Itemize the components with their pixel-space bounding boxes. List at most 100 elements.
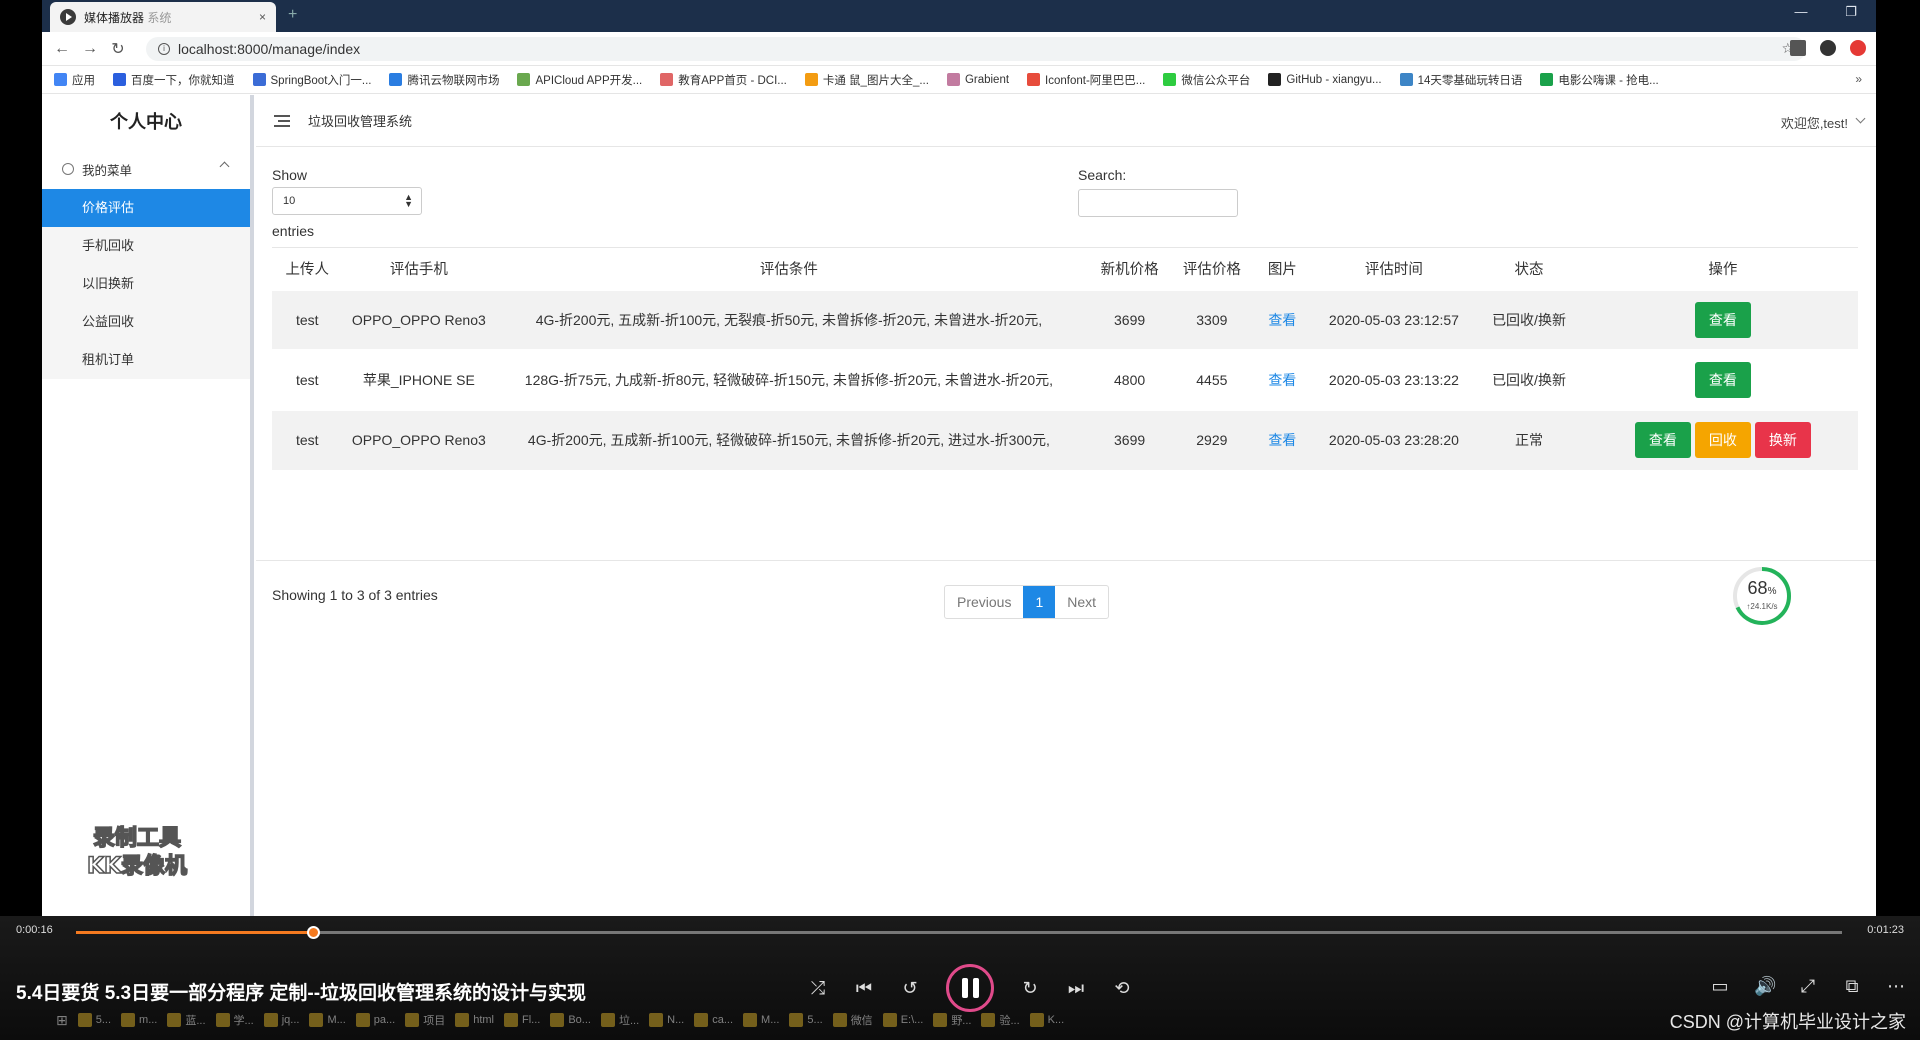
taskbar-label: 5...: [807, 1014, 823, 1026]
column-header[interactable]: 图片: [1247, 248, 1317, 290]
bookmark-label: 微信公众平台: [1181, 74, 1251, 87]
sidebar-item-phone-recycle[interactable]: 手机回收: [42, 227, 250, 265]
bookmark-item[interactable]: Iconfont-阿里巴巴...: [1027, 72, 1145, 88]
view-image-link[interactable]: 查看: [1268, 312, 1296, 328]
minimize-icon[interactable]: —: [1786, 4, 1816, 19]
forward-icon[interactable]: →: [76, 40, 104, 58]
bookmark-item[interactable]: 百度一下，你就知道: [113, 72, 235, 88]
previous-track-icon[interactable]: ⏮: [854, 978, 874, 999]
user-welcome[interactable]: 欢迎您,test!: [1781, 113, 1848, 132]
taskbar-item[interactable]: 蓝...: [167, 1012, 206, 1028]
back-icon[interactable]: ←: [48, 40, 76, 58]
taskbar-item[interactable]: 垃...: [600, 1012, 639, 1028]
close-icon[interactable]: ×: [259, 10, 266, 24]
bookmark-item[interactable]: 14天零基础玩转日语: [1399, 72, 1522, 88]
bookmark-item[interactable]: 腾讯云物联网市场: [389, 72, 499, 88]
taskbar-item[interactable]: M...: [309, 1013, 346, 1027]
taskbar-item[interactable]: 验...: [981, 1012, 1020, 1028]
column-header[interactable]: 评估手机: [342, 248, 495, 290]
chevron-down-icon[interactable]: [1855, 113, 1866, 124]
column-header[interactable]: 上传人: [272, 248, 342, 290]
forward-30-icon[interactable]: ↻: [1020, 978, 1040, 999]
taskbar-item[interactable]: 5...: [789, 1013, 823, 1027]
network-speed-widget[interactable]: 68% ↑24.1K/s: [1730, 564, 1794, 628]
taskbar-item[interactable]: Bo...: [550, 1013, 591, 1027]
bookmark-item[interactable]: SpringBoot入门一...: [252, 72, 371, 88]
taskbar-item[interactable]: E:\...: [882, 1013, 923, 1027]
bookmark-item[interactable]: Grabient: [946, 73, 1009, 86]
taskbar-item[interactable]: html: [455, 1013, 494, 1027]
sidebar-item-trade-in[interactable]: 以旧换新: [42, 265, 250, 303]
subtitles-icon[interactable]: ▭: [1710, 976, 1730, 997]
taskbar-app-icon: [309, 1013, 324, 1027]
sidebar-item-rental-orders[interactable]: 租机订单: [42, 341, 250, 379]
bookmark-item[interactable]: 应用: [54, 72, 95, 88]
info-icon[interactable]: i: [158, 43, 170, 55]
taskbar-item[interactable]: jq...: [263, 1013, 299, 1027]
view-image-link[interactable]: 查看: [1268, 432, 1296, 448]
rewind-10-icon[interactable]: ↺: [900, 978, 920, 999]
taskbar-item[interactable]: Fl...: [503, 1013, 540, 1027]
taskbar-item[interactable]: 学...: [215, 1012, 254, 1028]
repeat-off-icon[interactable]: ⟲: [1112, 978, 1132, 999]
seek-knob[interactable]: [307, 926, 321, 939]
taskbar-item[interactable]: K...: [1029, 1013, 1064, 1027]
next-page-button[interactable]: Next: [1055, 586, 1108, 618]
taskbar-item[interactable]: M...: [743, 1013, 779, 1027]
seek-bar[interactable]: [76, 926, 1842, 939]
taskbar-item[interactable]: 5...: [77, 1013, 111, 1027]
more-options-icon[interactable]: ⋯: [1886, 976, 1906, 997]
url-field[interactable]: i localhost:8000/manage/index ☆: [146, 37, 1806, 61]
menu-group-my-menu[interactable]: 我的菜单: [42, 149, 250, 189]
view-button[interactable]: 查看: [1694, 361, 1751, 398]
sidebar-item-charity-recycle[interactable]: 公益回收: [42, 303, 250, 341]
taskbar-item[interactable]: pa...: [355, 1013, 395, 1027]
taskbar-item[interactable]: 项目: [405, 1012, 445, 1028]
recycle-button[interactable]: 回收: [1694, 422, 1751, 458]
media-player-icon: [60, 9, 76, 25]
browser-tab[interactable]: 媒体播放器 系统 ×: [50, 2, 276, 32]
bookmark-item[interactable]: 卡通 鼠_图片大全_...: [804, 72, 929, 88]
bookmarks-overflow-icon[interactable]: »: [1855, 72, 1862, 86]
column-header[interactable]: 操作: [1588, 248, 1858, 290]
trade-in-button[interactable]: 换新: [1754, 422, 1811, 458]
show-label: Show: [272, 167, 308, 183]
view-button[interactable]: 查看: [1694, 301, 1751, 338]
column-header[interactable]: 新机价格: [1083, 248, 1177, 290]
taskbar-item[interactable]: ca...: [694, 1013, 733, 1027]
taskbar-item[interactable]: N...: [649, 1013, 684, 1027]
profile-icon[interactable]: [1820, 40, 1836, 56]
taskbar-item[interactable]: 野...: [933, 1012, 971, 1028]
new-tab-button[interactable]: +: [288, 6, 297, 24]
sidebar-item-price-evaluation[interactable]: 价格评估: [42, 189, 250, 227]
bookmark-item[interactable]: 电影公嗨课 - 抢电...: [1540, 72, 1659, 88]
key-icon[interactable]: [1790, 40, 1806, 56]
column-header[interactable]: 状态: [1470, 248, 1587, 290]
cell-phone: 苹果_IPHONE SE: [342, 348, 496, 410]
bookmark-item[interactable]: GitHub - xiangyu...: [1268, 73, 1382, 86]
view-button[interactable]: 查看: [1634, 422, 1691, 458]
previous-page-button[interactable]: Previous: [945, 586, 1023, 618]
bookmark-item[interactable]: 微信公众平台: [1163, 72, 1250, 88]
reload-icon[interactable]: ↻: [104, 39, 132, 59]
column-header[interactable]: 评估价格: [1177, 248, 1247, 290]
fullscreen-icon[interactable]: ⤢: [1798, 976, 1818, 997]
bookmark-item[interactable]: APICloud APP开发...: [517, 72, 642, 88]
next-track-icon[interactable]: ⏭: [1066, 978, 1086, 999]
volume-icon[interactable]: 🔊: [1754, 976, 1776, 997]
taskbar-item[interactable]: 微信: [832, 1012, 873, 1028]
menu-toggle-icon[interactable]: [274, 114, 290, 127]
bookmark-item[interactable]: 教育APP首页 - DCI...: [660, 72, 787, 88]
taskbar-item[interactable]: m...: [121, 1013, 157, 1027]
column-header[interactable]: 评估时间: [1318, 248, 1471, 290]
search-input[interactable]: [1078, 189, 1238, 217]
restore-icon[interactable]: ❐: [1836, 4, 1866, 20]
page-size-select[interactable]: 10 ▲ ▼: [272, 187, 422, 215]
mini-player-icon[interactable]: ⧉: [1842, 976, 1862, 997]
page-1-button[interactable]: 1: [1023, 586, 1056, 618]
view-image-link[interactable]: 查看: [1268, 372, 1296, 388]
shuffle-icon[interactable]: ⤮: [808, 978, 828, 999]
extension-icon[interactable]: [1850, 40, 1866, 56]
column-header[interactable]: 评估条件: [495, 248, 1082, 290]
windows-start-icon[interactable]: ⊞: [56, 1012, 68, 1029]
